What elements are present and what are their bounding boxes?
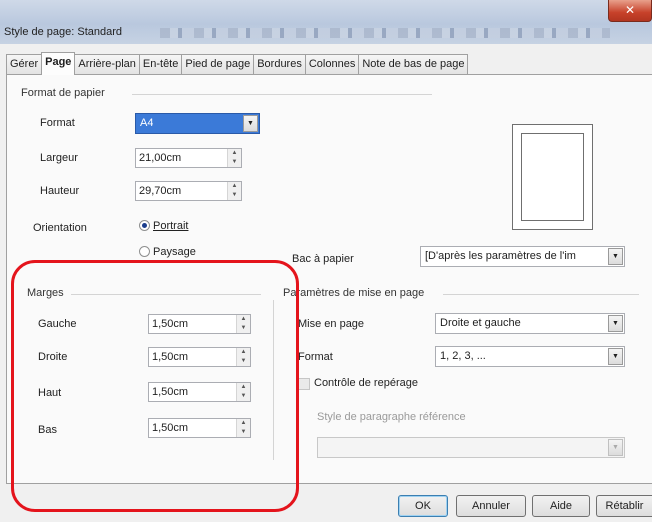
numbering-format-label: Format [298,351,333,363]
paper-format-select[interactable]: A4 ▼ [135,113,260,134]
title-bar-decoration [160,28,610,38]
layout-settings-divider [443,294,639,295]
ok-button[interactable]: OK [398,495,448,517]
tab-columns[interactable]: Colonnes [304,54,360,74]
window-title: Style de page: Standard [4,26,123,38]
title-bar: Style de page: Standard ✕ [0,0,652,44]
paper-format-title: Format de papier [21,87,105,99]
register-true-checkbox[interactable] [298,378,310,390]
portrait-radio[interactable] [139,220,150,231]
chevron-down-icon[interactable]: ▼ [608,315,623,332]
reference-style-select[interactable]: ▼ [317,437,625,458]
close-button[interactable]: ✕ [608,0,652,22]
page-layout-value: Droite et gauche [440,317,521,329]
register-true-label[interactable]: Contrôle de repérage [314,377,418,389]
width-input[interactable] [136,149,241,167]
reference-style-label: Style de paragraphe référence [317,411,466,423]
paper-tray-label: Bac à papier [292,253,354,265]
width-label: Largeur [40,152,78,164]
chevron-down-icon[interactable]: ▼ [608,439,623,456]
tab-page[interactable]: Page [41,52,76,75]
page-preview [512,124,593,230]
width-spinbox[interactable]: ▲▼ [135,148,242,168]
numbering-format-value: 1, 2, 3, ... [440,350,486,362]
spin-arrows-icon[interactable]: ▲ ▼ [227,149,241,167]
reset-button[interactable]: Rétablir [596,495,652,517]
spin-arrows-icon[interactable]: ▲ ▼ [227,182,241,200]
page-layout-label: Mise en page [298,318,365,330]
orientation-label: Orientation [33,222,87,234]
margins-highlight-annotation [11,260,299,512]
format-label: Format [40,117,75,129]
tab-header[interactable]: En-tête [138,54,183,74]
tab-manage[interactable]: Gérer [6,54,43,74]
tab-borders[interactable]: Bordures [253,54,306,74]
tab-bar: Gérer Page Arrière-plan En-tête Pied de … [6,52,469,75]
paper-tray-select[interactable]: [D'après les paramètres de l'im ▼ [420,246,625,267]
portrait-label[interactable]: Portrait [153,220,188,232]
paper-format-divider [132,94,432,95]
page-layout-select[interactable]: Droite et gauche ▼ [435,313,625,334]
tab-footer[interactable]: Pied de page [181,54,255,74]
tab-footnote[interactable]: Note de bas de page [358,54,469,74]
height-spinbox[interactable]: ▲▼ [135,181,242,201]
cancel-button[interactable]: Annuler [456,495,526,517]
help-button[interactable]: Aide [532,495,590,517]
layout-settings-title: Paramètres de mise en page [283,287,425,299]
tab-background[interactable]: Arrière-plan [74,54,140,74]
page-preview-margins [521,133,584,221]
landscape-label[interactable]: Paysage [153,246,196,258]
paper-format-value: A4 [140,117,154,129]
paper-tray-value: [D'après les paramètres de l'im [425,250,576,262]
height-label: Hauteur [40,185,80,197]
numbering-format-select[interactable]: 1, 2, 3, ... ▼ [435,346,625,367]
landscape-radio[interactable] [139,246,150,257]
chevron-down-icon[interactable]: ▼ [608,248,623,265]
chevron-down-icon[interactable]: ▼ [608,348,623,365]
height-input[interactable] [136,182,241,200]
chevron-down-icon[interactable]: ▼ [243,115,258,132]
